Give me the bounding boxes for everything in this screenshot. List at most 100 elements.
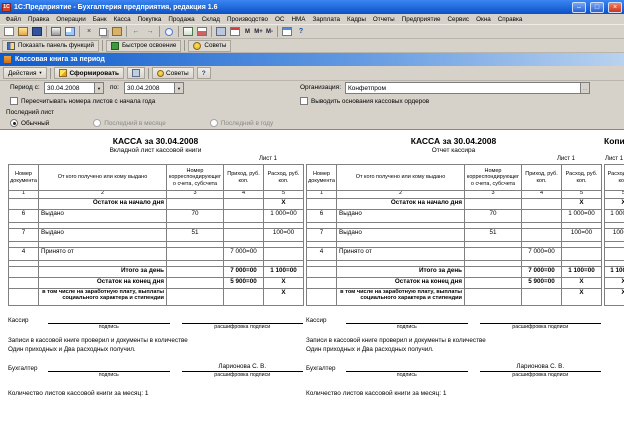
last-sheet-options: Обычный Последний в месяце Последний в г… bbox=[0, 117, 624, 129]
quick-start-icon bbox=[111, 42, 119, 50]
report-view[interactable]: КАССА за 30.04.2008 Вкладной лист кассов… bbox=[0, 129, 624, 428]
undo-icon[interactable]: ← bbox=[129, 25, 143, 38]
redo-icon[interactable]: → bbox=[143, 25, 157, 38]
quick-start-button[interactable]: Быстрое освоение bbox=[106, 40, 181, 52]
help-icon[interactable]: ? bbox=[294, 25, 308, 38]
calendar-icon[interactable] bbox=[228, 25, 242, 38]
menu-item[interactable]: Кадры bbox=[344, 16, 370, 23]
column-number: 4 bbox=[522, 191, 562, 199]
memory-button[interactable]: М bbox=[242, 25, 253, 38]
find-icon[interactable] bbox=[162, 25, 176, 38]
copy-label: Копия bbox=[604, 136, 624, 147]
open-icon[interactable] bbox=[16, 25, 30, 38]
checked-text: Один приходных и Два расходных получил. bbox=[8, 346, 303, 353]
organization-input[interactable]: Конфетпром … bbox=[345, 82, 590, 94]
minimize-button[interactable]: – bbox=[572, 2, 586, 13]
period-to-input[interactable]: 30.04.2008 ▼ bbox=[124, 82, 184, 94]
paste-icon[interactable] bbox=[110, 25, 124, 38]
last-sheet-radio[interactable]: Последний в месяце bbox=[93, 119, 166, 127]
report-settings-button[interactable] bbox=[127, 67, 145, 79]
choose-icon[interactable]: … bbox=[580, 83, 589, 93]
menu-item[interactable]: Производство bbox=[223, 16, 271, 23]
column-header: Номер документа bbox=[9, 165, 39, 191]
column-number: 2 bbox=[39, 191, 167, 199]
sign-sublabel: подпись bbox=[48, 372, 170, 378]
calendar-dropdown-icon[interactable]: ▼ bbox=[94, 83, 103, 93]
save-icon[interactable] bbox=[30, 25, 44, 38]
recount-sheets-checkbox[interactable]: Пересчитывать номера листов с начала год… bbox=[10, 97, 155, 105]
separator bbox=[184, 40, 185, 51]
last-sheet-radio[interactable]: Последний в году bbox=[210, 119, 273, 127]
menu-item[interactable]: Банк bbox=[89, 16, 110, 23]
window-icon[interactable] bbox=[280, 25, 294, 38]
generate-icon bbox=[59, 69, 67, 77]
menu-item[interactable]: Справка bbox=[494, 16, 526, 23]
icon-shape bbox=[32, 27, 42, 36]
menu-item[interactable]: Продажа bbox=[165, 16, 198, 23]
icon-shape bbox=[79, 26, 80, 37]
menu-item[interactable]: Сервис bbox=[444, 16, 473, 23]
table-row: 7 Выдано 51 100=00 bbox=[9, 229, 304, 242]
table-icon[interactable] bbox=[181, 25, 195, 38]
column-number: 3 bbox=[465, 191, 522, 199]
menu-item[interactable]: Правка bbox=[24, 16, 52, 23]
show-function-panel-button[interactable]: Показать панель функций bbox=[2, 40, 99, 52]
close-button[interactable]: × bbox=[608, 2, 622, 13]
cashier-label: Кассир bbox=[306, 317, 346, 324]
separator bbox=[50, 68, 51, 79]
icon-shape bbox=[282, 27, 292, 36]
print-icon[interactable] bbox=[49, 25, 63, 38]
table-row: X bbox=[605, 289, 624, 306]
table-row: 4 Принято от 7 000=00 bbox=[307, 248, 602, 261]
memory-minus-button[interactable]: М- bbox=[264, 25, 275, 38]
menu-item[interactable]: Касса bbox=[110, 16, 134, 23]
menu-item[interactable]: Предприятие bbox=[398, 16, 444, 23]
report-tips-button[interactable]: Советы bbox=[152, 67, 194, 79]
last-sheet-radio[interactable]: Обычный bbox=[10, 119, 49, 127]
preview-icon[interactable] bbox=[63, 25, 77, 38]
memory-plus-button[interactable]: М+ bbox=[253, 25, 264, 38]
icon-shape bbox=[18, 27, 28, 36]
column-number: 1 bbox=[307, 191, 337, 199]
help-button[interactable]: ? bbox=[197, 67, 211, 79]
menu-item[interactable]: Операции bbox=[53, 16, 89, 23]
column-number-row: 12345 bbox=[307, 191, 602, 199]
menu-item[interactable]: ОС bbox=[272, 16, 288, 23]
menu-item[interactable]: Окна bbox=[473, 16, 495, 23]
icon-shape bbox=[159, 26, 160, 37]
generate-button[interactable]: Сформировать bbox=[54, 67, 124, 79]
chart-icon[interactable] bbox=[195, 25, 209, 38]
signature-line bbox=[48, 316, 170, 324]
signature-line bbox=[182, 316, 304, 324]
column-number: 5 bbox=[562, 191, 602, 199]
chevron-down-icon: ▼ bbox=[38, 71, 42, 75]
table-row: X bbox=[605, 199, 624, 210]
menu-item[interactable]: Отчеты bbox=[369, 16, 398, 23]
cut-icon[interactable]: × bbox=[82, 25, 96, 38]
table-header-row: Номер документаОт кого получено или кому… bbox=[9, 165, 304, 191]
calculator-icon[interactable] bbox=[214, 25, 228, 38]
column-header: Приход, руб. коп. bbox=[522, 165, 562, 191]
period-from-input[interactable]: 30.04.2008 ▼ bbox=[44, 82, 104, 94]
copy-icon[interactable] bbox=[96, 25, 110, 38]
menu-item[interactable]: Склад bbox=[198, 16, 223, 23]
actions-menu-button[interactable]: Действия ▼ bbox=[3, 67, 47, 79]
menu-item[interactable]: Зарплата bbox=[309, 16, 344, 23]
icon-shape bbox=[277, 26, 278, 37]
tips-button[interactable]: Советы bbox=[188, 40, 231, 52]
column-header: Номер корреспондирующего счета, субсчета bbox=[167, 165, 224, 191]
calendar-dropdown-icon[interactable]: ▼ bbox=[174, 83, 183, 93]
icon-shape bbox=[126, 26, 127, 37]
maximize-button[interactable]: □ bbox=[590, 2, 604, 13]
table-row: X bbox=[605, 278, 624, 289]
report-window-titlebar: Кассовая книга за период bbox=[0, 53, 624, 66]
show-function-panel-label: Показать панель функций bbox=[18, 42, 94, 49]
menu-item[interactable]: Покупка bbox=[134, 16, 165, 23]
new-document-icon[interactable] bbox=[2, 25, 16, 38]
report-window-title: Кассовая книга за период bbox=[15, 56, 105, 63]
sign-sublabel: подпись bbox=[346, 324, 468, 330]
order-basis-checkbox[interactable]: Выводить основания кассовых ордеров bbox=[300, 97, 429, 105]
menu-item[interactable]: НМА bbox=[288, 16, 309, 23]
menu-item[interactable]: Файл bbox=[2, 16, 24, 23]
sign-decode-sublabel: расшифровка подписи bbox=[480, 324, 602, 330]
